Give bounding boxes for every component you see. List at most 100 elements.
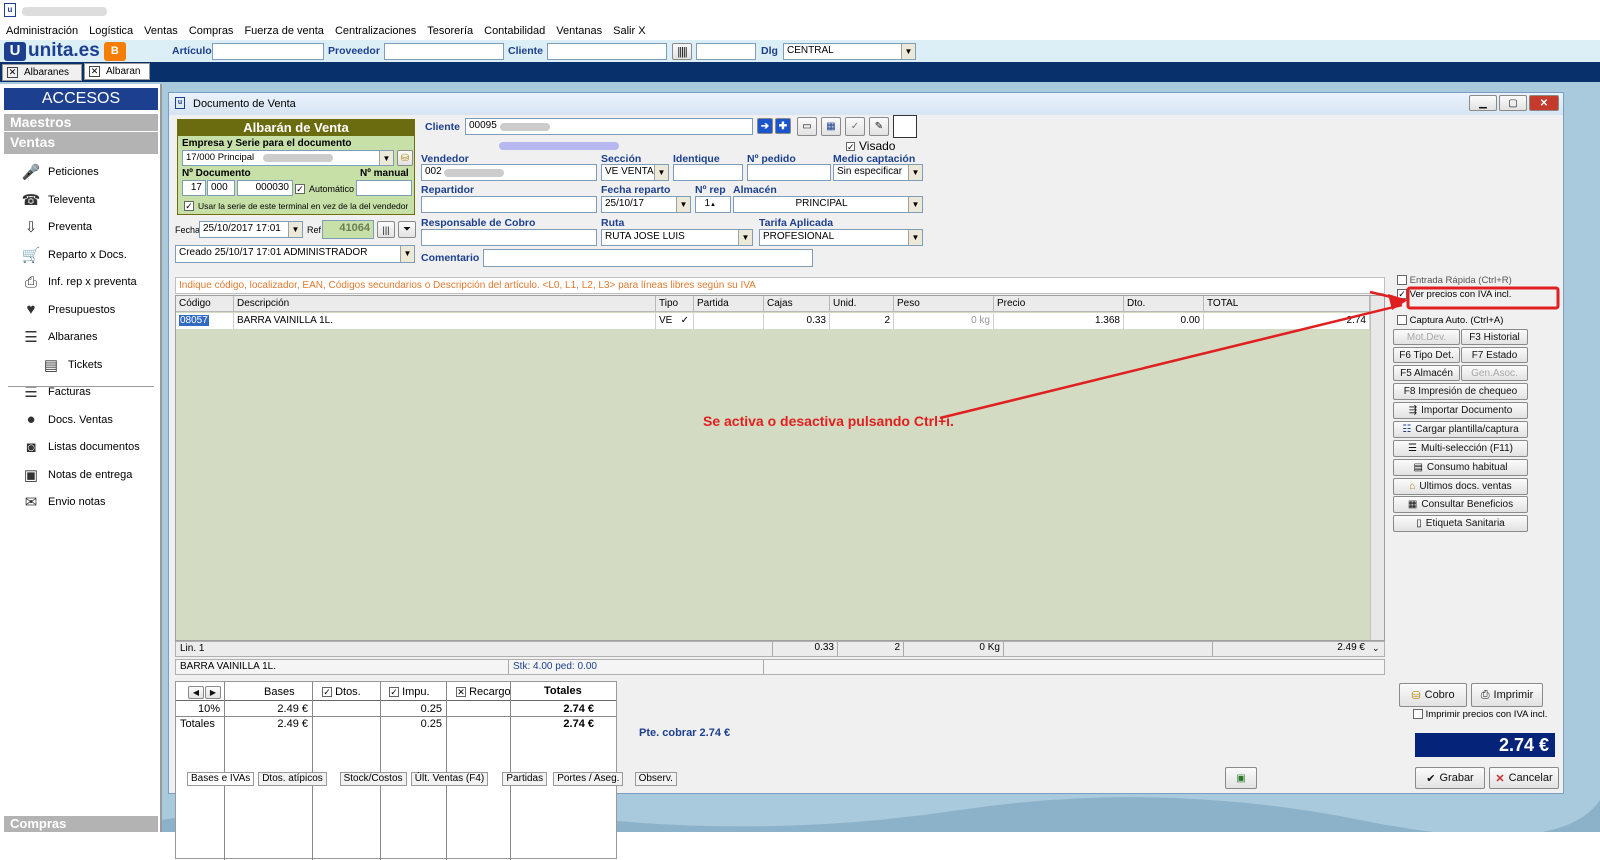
almacen-select[interactable]: PRINCIPAL ▼ xyxy=(733,196,923,213)
grid-cell-partida[interactable] xyxy=(694,313,764,329)
grid-header[interactable]: Peso xyxy=(894,296,994,312)
dlg-select[interactable]: CENTRAL ▼ xyxy=(783,43,916,60)
grid-scrollbar[interactable] xyxy=(1370,296,1384,640)
document-button[interactable]: ▦ xyxy=(821,117,841,136)
mot-dev-button[interactable]: Mot.Dev. xyxy=(1393,329,1460,345)
resp-input[interactable] xyxy=(421,229,597,246)
consumo-button[interactable]: ▤ Consumo habitual xyxy=(1393,459,1528,476)
grid-header[interactable]: Tipo xyxy=(656,296,694,312)
totals-tab[interactable]: Dtos. atípicos xyxy=(258,772,327,786)
ultimos-button[interactable]: ⌂ Ultimos docs. ventas xyxy=(1393,478,1528,495)
check-button[interactable]: ✓ xyxy=(845,117,865,136)
chevron-down-icon[interactable]: ⌄ xyxy=(1372,643,1380,654)
sidebar-section-maestros[interactable]: Maestros xyxy=(4,114,158,131)
fecha-input[interactable]: 25/10/2017 17:01 ▼ xyxy=(199,221,303,238)
npedido-input[interactable] xyxy=(747,164,831,181)
card-button[interactable]: ▭ xyxy=(797,117,817,136)
close-icon[interactable]: ✕ xyxy=(7,67,18,78)
visado-checkbox[interactable]: ✓ xyxy=(846,140,855,152)
sidebar-item-facturas[interactable]: ☰ Facturas xyxy=(20,380,160,404)
usar-serie-checkbox[interactable]: ✓ xyxy=(184,200,194,212)
sidebar-item-reparto-x-docs[interactable]: 🛒 Reparto x Docs. xyxy=(20,243,160,267)
article-hint-input[interactable]: Indique código, localizador, EAN, Código… xyxy=(175,277,1385,294)
sidebar-item-televenta[interactable]: ☎ Televenta xyxy=(20,188,160,212)
menu-item[interactable]: Centralizaciones xyxy=(335,25,416,37)
cliente-input[interactable]: 00095 xyxy=(465,118,753,135)
menu-item[interactable]: Compras xyxy=(189,25,234,37)
totals-tab[interactable]: Bases e IVAs xyxy=(187,772,255,786)
tarifa-select[interactable]: PROFESIONAL ▼ xyxy=(759,229,923,246)
sidebar-item-peticiones[interactable]: 🎤 Peticiones xyxy=(20,160,160,184)
sidebar-item-docs-ventas[interactable]: ● Docs. Ventas xyxy=(20,408,160,432)
grid-cell-precio[interactable]: 1.368 xyxy=(994,313,1124,329)
sidebar-item-preventa[interactable]: ⇩ Preventa xyxy=(20,215,160,239)
menu-item[interactable]: Ventas xyxy=(144,25,178,37)
cobro-button[interactable]: ⛁ Cobro xyxy=(1399,683,1467,707)
menu-item[interactable]: Tesorería xyxy=(427,25,473,37)
grid-header[interactable]: Descripción xyxy=(234,296,656,312)
imprimir-iva-checkbox[interactable]: Imprimir precios con IVA incl. xyxy=(1413,709,1547,720)
menu-item[interactable]: Ventanas xyxy=(556,25,602,37)
comentario-input[interactable] xyxy=(483,249,813,267)
minimize-button[interactable]: ▁ xyxy=(1469,95,1497,111)
entrada-rapida-checkbox[interactable]: Entrada Rápida (Ctrl+R) xyxy=(1397,275,1512,286)
close-icon[interactable]: ✕ xyxy=(89,66,100,77)
grid-cell-descripcion[interactable]: BARRA VAINILLA 1L. xyxy=(234,313,656,329)
edit-button[interactable]: ✎ xyxy=(869,117,889,136)
totals-tab[interactable]: Observ. xyxy=(634,772,677,786)
repartidor-input[interactable] xyxy=(421,196,597,213)
grid-cell-peso[interactable]: 0 kg xyxy=(894,313,994,329)
sidebar-item-tickets[interactable]: ▤ Tickets xyxy=(40,353,180,377)
ndoc-a-input[interactable]: 17 xyxy=(182,180,206,196)
grid-header[interactable]: Código xyxy=(176,296,234,312)
nrep-stepper[interactable]: 1▲▼ xyxy=(695,196,731,213)
filter-button[interactable]: ⏷ xyxy=(398,221,416,238)
fecha-reparto-input[interactable]: 25/10/17 ▼ xyxy=(601,196,691,213)
creado-select[interactable]: Creado 25/10/17 17:01 ADMINISTRADOR ▼ xyxy=(175,245,415,263)
next-arrow-button[interactable]: ▶ xyxy=(205,686,221,699)
proveedor-input[interactable] xyxy=(384,43,504,60)
barcode-ref-button[interactable]: ||| xyxy=(377,221,395,238)
grid-header[interactable]: Dto. xyxy=(1124,296,1204,312)
tipo-det-button[interactable]: F6 Tipo Det. xyxy=(1393,347,1460,363)
add-cliente-button[interactable]: ✚ xyxy=(775,118,791,134)
ndoc-c-input[interactable]: 000030 xyxy=(237,180,293,196)
imprimir-button[interactable]: ⎙ Imprimir xyxy=(1471,683,1543,707)
grid-cell-unid[interactable]: 2 xyxy=(830,313,894,329)
totals-tab[interactable]: Últ. Ventas (F4) xyxy=(410,772,489,786)
go-cliente-button[interactable]: ➔ xyxy=(757,118,773,134)
menu-item[interactable]: Fuerza de venta xyxy=(244,25,324,37)
coins-button[interactable]: ⛁ xyxy=(397,150,413,166)
totals-tab[interactable]: Stock/Costos xyxy=(339,772,407,786)
barcode-input[interactable] xyxy=(696,43,756,60)
importar-button[interactable]: ⇶ Importar Documento xyxy=(1393,402,1528,419)
multi-button[interactable]: ☰ Multi-selección (F11) xyxy=(1393,440,1528,457)
maximize-button[interactable]: ▢ xyxy=(1499,95,1527,111)
automatico-checkbox[interactable]: ✓ xyxy=(295,183,305,195)
cargar-button[interactable]: ☷ Cargar plantilla/captura xyxy=(1393,421,1528,438)
menu-item[interactable]: Administración xyxy=(6,25,78,37)
grid-header[interactable]: Partida xyxy=(694,296,764,312)
sidebar-item-inf-rep-x-preventa[interactable]: ⎙ Inf. rep x preventa xyxy=(20,270,160,294)
grabar-button[interactable]: ✔ Grabar xyxy=(1415,767,1485,789)
ver-precios-iva-checkbox[interactable]: ✓ Ver precios con IVA incl. xyxy=(1397,289,1511,300)
prev-arrow-button[interactable]: ◀ xyxy=(188,686,204,699)
cancelar-button[interactable]: ✕ Cancelar xyxy=(1489,767,1559,789)
money-button[interactable]: ▣ xyxy=(1225,767,1257,789)
vendedor-input[interactable]: 002 xyxy=(421,164,597,181)
grid-cell-codigo[interactable]: 08057 xyxy=(176,313,234,329)
empresa-select[interactable]: 17/000 Principal ▼ xyxy=(182,150,394,166)
sidebar-item-envio-notas[interactable]: ✉ Envio notas xyxy=(20,490,160,514)
gen-asoc-button[interactable]: Gen.Asoc. xyxy=(1461,365,1528,381)
medio-select[interactable]: Sin especificar ▼ xyxy=(833,164,923,181)
menu-item[interactable]: Salir X xyxy=(613,25,645,37)
articulo-input[interactable] xyxy=(212,43,324,60)
impresion-cheque-button[interactable]: F8 Impresión de chequeo xyxy=(1393,383,1528,400)
beneficios-button[interactable]: ▦ Consultar Beneficios xyxy=(1393,496,1528,513)
grid-header[interactable]: Unid. xyxy=(830,296,894,312)
estado-button[interactable]: F7 Estado xyxy=(1461,347,1528,363)
sidebar-item-notas-de-entrega[interactable]: ▣ Notas de entrega xyxy=(20,463,160,487)
grid-header[interactable]: Cajas xyxy=(764,296,830,312)
grid-header[interactable]: Precio xyxy=(994,296,1124,312)
ruta-select[interactable]: RUTA JOSE LUIS ▼ xyxy=(601,229,753,246)
